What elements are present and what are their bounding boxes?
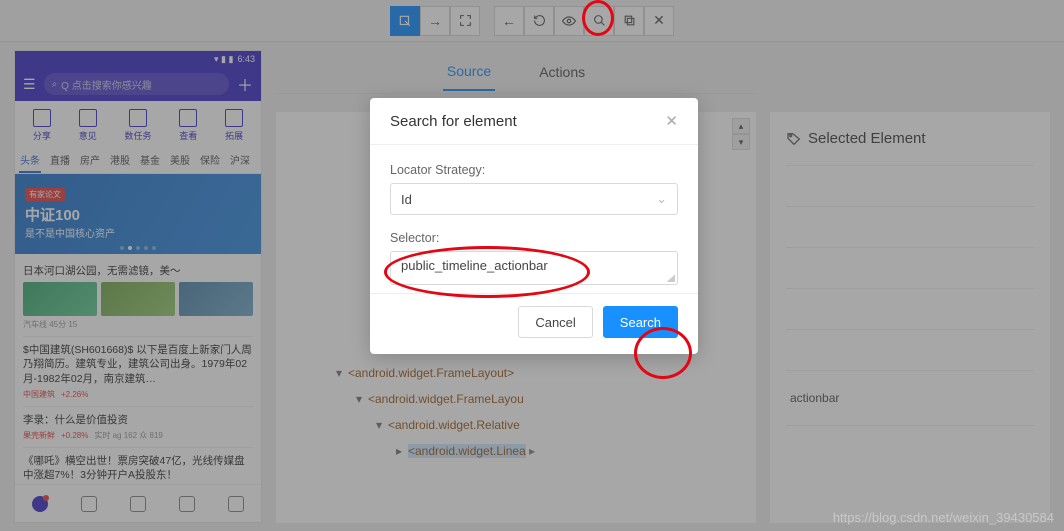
search-element-modal: Search for element ✕ Locator Strategy: I… <box>370 98 698 354</box>
selector-input[interactable]: public_timeline_actionbar <box>390 251 678 285</box>
watermark: https://blog.csdn.net/weixin_39430584 <box>833 510 1054 525</box>
locator-strategy-select[interactable]: Id ⌄ <box>390 183 678 215</box>
cancel-button[interactable]: Cancel <box>518 306 592 338</box>
modal-title: Search for element <box>390 113 517 130</box>
search-button[interactable]: Search <box>603 306 678 338</box>
modal-close-button[interactable]: ✕ <box>665 112 678 130</box>
locator-strategy-label: Locator Strategy: <box>390 163 678 177</box>
locator-strategy-value: Id <box>401 192 412 207</box>
selector-value: public_timeline_actionbar <box>401 258 548 273</box>
chevron-down-icon: ⌄ <box>656 191 667 207</box>
selector-label: Selector: <box>390 231 678 245</box>
